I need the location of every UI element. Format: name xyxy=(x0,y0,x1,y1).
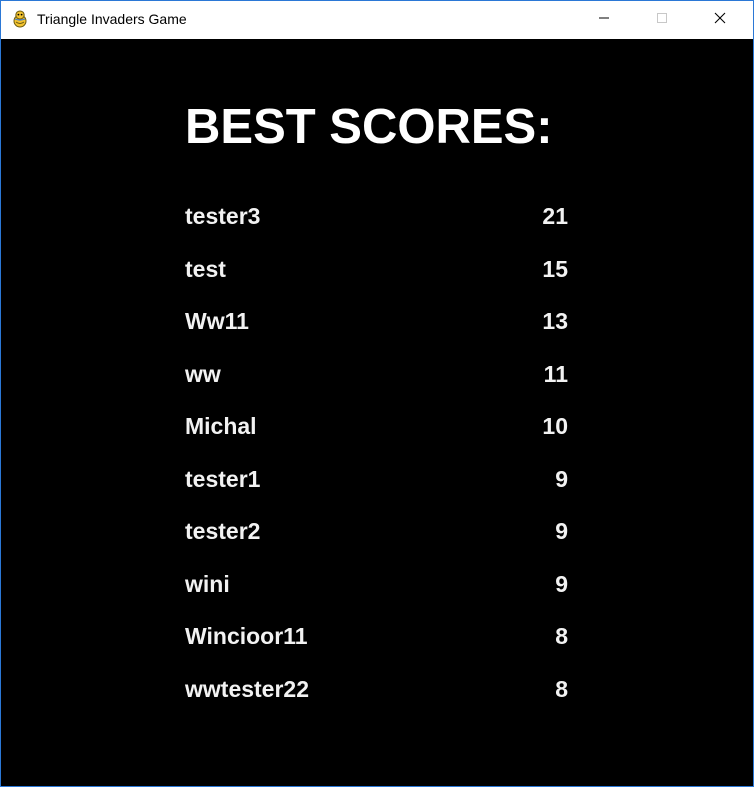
window-title: Triangle Invaders Game xyxy=(37,11,187,27)
score-row: Wincioor11 8 xyxy=(185,623,568,653)
maximize-button[interactable] xyxy=(639,1,685,39)
player-name: ww xyxy=(185,361,221,387)
score-row: tester1 9 xyxy=(185,466,568,496)
player-name: tester2 xyxy=(185,518,261,544)
maximize-icon xyxy=(656,11,668,29)
score-row: Michal 10 xyxy=(185,413,568,443)
player-name: Ww11 xyxy=(185,308,249,334)
player-score: 8 xyxy=(555,623,568,649)
player-score: 13 xyxy=(542,308,568,334)
player-name: test xyxy=(185,256,226,282)
game-canvas: BEST SCORES: tester3 21 test 15 Ww11 13 … xyxy=(1,39,753,786)
player-score: 9 xyxy=(555,571,568,597)
pygame-snake-icon xyxy=(11,10,29,28)
player-score: 9 xyxy=(555,518,568,544)
player-name: wwtester22 xyxy=(185,676,310,702)
player-name: tester1 xyxy=(185,466,261,492)
best-scores-heading: BEST SCORES: xyxy=(185,100,553,154)
score-row: wwtester22 8 xyxy=(185,676,568,706)
player-score: 11 xyxy=(543,361,568,387)
minimize-button[interactable] xyxy=(581,1,627,39)
player-name: Wincioor11 xyxy=(185,623,308,649)
close-icon xyxy=(714,11,726,29)
player-score: 10 xyxy=(542,413,568,439)
score-row: tester2 9 xyxy=(185,518,568,548)
close-button[interactable] xyxy=(697,1,743,39)
player-score: 9 xyxy=(555,466,568,492)
player-score: 21 xyxy=(542,203,568,229)
score-row: Ww11 13 xyxy=(185,308,568,338)
player-name: wini xyxy=(185,571,230,597)
player-score: 8 xyxy=(555,676,568,702)
player-score: 15 xyxy=(542,256,568,282)
score-row: test 15 xyxy=(185,256,568,286)
player-name: tester3 xyxy=(185,203,261,229)
player-name: Michal xyxy=(185,413,257,439)
minimize-icon xyxy=(598,11,610,29)
score-row: ww 11 xyxy=(185,361,568,391)
game-window: Triangle Invaders Game BEST SCORES: test… xyxy=(0,0,754,787)
score-row: tester3 21 xyxy=(185,203,568,233)
title-bar[interactable]: Triangle Invaders Game xyxy=(1,1,753,39)
score-row: wini 9 xyxy=(185,571,568,601)
